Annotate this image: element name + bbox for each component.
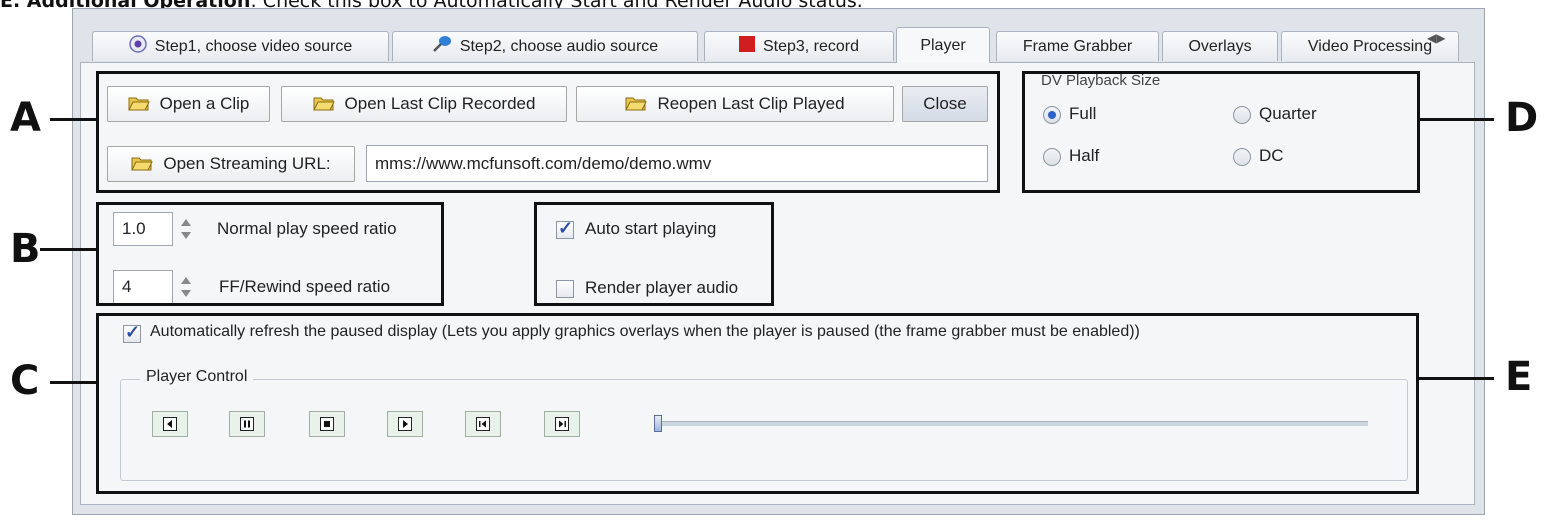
tab-step1[interactable]: Step1, choose video source xyxy=(92,31,389,61)
callout-box-playing xyxy=(534,202,774,306)
tab-scroll-arrows-icon[interactable]: ◀▶ xyxy=(1427,31,1445,45)
callout-letter-d: D xyxy=(1505,95,1539,141)
tab-overlays[interactable]: Overlays xyxy=(1162,31,1278,61)
record-icon xyxy=(738,36,755,57)
tab-overlays-label: Overlays xyxy=(1188,37,1252,55)
callout-line-e xyxy=(1419,377,1494,380)
callout-letter-e: E xyxy=(1505,354,1533,400)
tab-step2-label: Step2, choose audio source xyxy=(459,37,659,55)
tab-step1-label: Step1, choose video source xyxy=(154,37,353,55)
webcam-icon xyxy=(129,35,147,58)
tab-frame-grabber-label: Frame Grabber xyxy=(1022,37,1133,55)
tab-player-label: Player xyxy=(920,36,966,54)
tab-player[interactable]: Player xyxy=(896,27,990,63)
tab-step2[interactable]: Step2, choose audio source xyxy=(392,31,698,61)
callout-line-b xyxy=(40,248,96,251)
tab-step3-label: Step3, record xyxy=(762,37,860,55)
callout-line-a xyxy=(50,118,96,121)
callout-letter-a: A xyxy=(10,95,41,141)
tab-video-processing-label: Video Processing xyxy=(1307,37,1433,55)
callout-box-b xyxy=(96,202,444,306)
callout-box-c xyxy=(96,313,1419,494)
microphone-icon xyxy=(432,35,452,58)
callout-box-a xyxy=(96,71,1000,193)
callout-box-d xyxy=(1022,71,1420,193)
tab-frame-grabber[interactable]: Frame Grabber xyxy=(996,31,1159,61)
callout-letter-c: C xyxy=(10,358,40,404)
callout-line-c xyxy=(50,381,96,384)
callout-line-d xyxy=(1420,118,1494,121)
tab-step3[interactable]: Step3, record xyxy=(704,31,894,61)
callout-letter-b: B xyxy=(10,226,41,272)
